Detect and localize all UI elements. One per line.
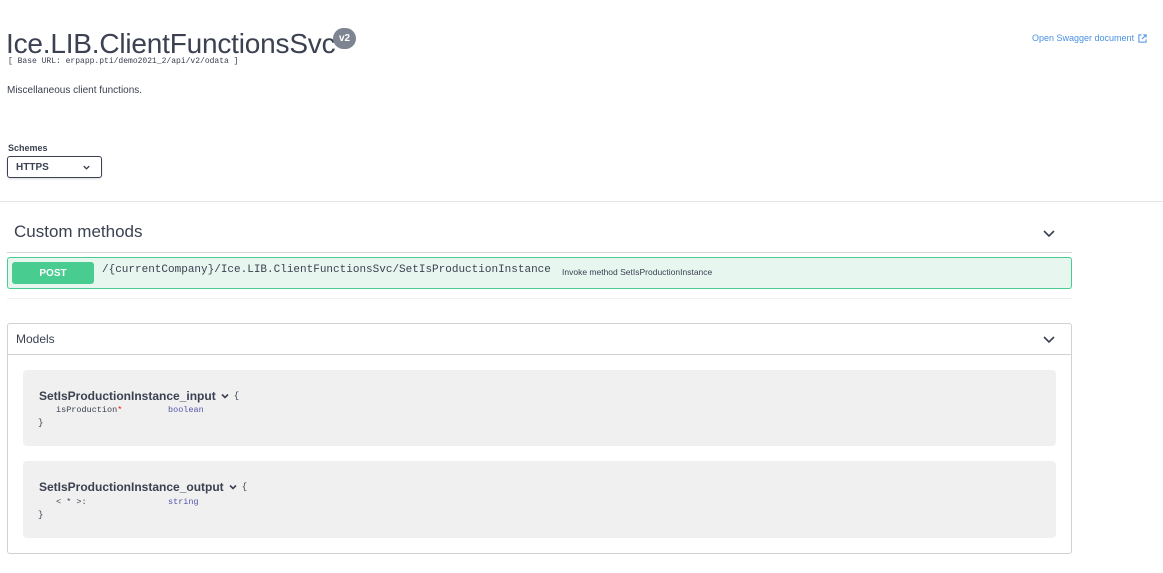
open-brace: { [233, 391, 240, 401]
model-setisproductioninstance-input: SetIsProductionInstance_input { isProduc… [23, 370, 1056, 446]
chevron-down-icon[interactable] [1041, 225, 1057, 241]
model-header[interactable]: SetIsProductionInstance_input { [39, 389, 239, 403]
models-section: Models SetIsProductionInstance_input { i… [7, 323, 1072, 554]
chevron-down-icon[interactable] [1041, 331, 1057, 347]
service-description: Miscellaneous client functions. [7, 85, 143, 96]
models-title[interactable]: Models [16, 332, 55, 346]
close-brace: } [38, 510, 44, 520]
chevron-down-icon [83, 165, 90, 170]
chevron-down-icon[interactable] [220, 391, 230, 401]
schemes-select[interactable]: HTTPS [7, 156, 102, 178]
models-divider [8, 354, 1071, 355]
model-name[interactable]: SetIsProductionInstance_output [39, 480, 224, 494]
property-type: boolean [168, 405, 204, 415]
required-marker: * [117, 405, 123, 415]
operations-divider [7, 298, 1072, 299]
external-link-icon [1138, 33, 1147, 43]
method-badge: POST [12, 262, 94, 284]
open-swagger-label: Open Swagger document [1032, 33, 1135, 43]
schemes-label: Schemes [8, 143, 48, 153]
operation-path: /{currentCompany}/Ice.LIB.ClientFunction… [102, 264, 551, 276]
model-header[interactable]: SetIsProductionInstance_output { [39, 480, 247, 494]
model-name[interactable]: SetIsProductionInstance_input [39, 389, 216, 403]
base-url: [ Base URL: erpapp.pti/demo2021_2/api/v2… [8, 57, 239, 66]
operation-summary: Invoke method SetIsProductionInstance [562, 267, 713, 277]
property-name-text: isProduction [56, 405, 118, 415]
property-type: string [168, 497, 199, 507]
open-brace: { [241, 482, 248, 492]
chevron-down-icon[interactable] [228, 482, 238, 492]
close-brace: } [38, 418, 44, 428]
open-swagger-document-link[interactable]: Open Swagger document [1032, 33, 1147, 43]
schemes-selected-value: HTTPS [16, 161, 49, 173]
section-divider [7, 252, 1072, 253]
model-setisproductioninstance-output: SetIsProductionInstance_output { < * >: … [23, 461, 1056, 538]
operation-post-setisproductioninstance[interactable]: POST /{currentCompany}/Ice.LIB.ClientFun… [7, 257, 1072, 289]
property-name: < * >: [56, 497, 87, 507]
property-name: isProduction* [56, 405, 122, 415]
version-badge: v2 [333, 28, 356, 49]
page-title: Ice.LIB.ClientFunctionsSvc [6, 28, 336, 59]
section-title-custom-methods[interactable]: Custom methods [14, 222, 143, 242]
header-divider [0, 201, 1163, 202]
